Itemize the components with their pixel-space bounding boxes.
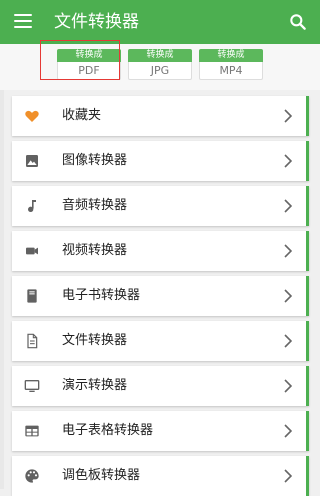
document-icon — [27, 333, 38, 349]
table-icon — [25, 425, 39, 437]
list-item-label: 演示转换器 — [62, 378, 128, 393]
list-item-label: 图像转换器 — [62, 153, 128, 168]
list-item-spreadsheet-converter[interactable]: 电子表格转换器 — [12, 411, 309, 451]
convert-to-mp4-button[interactable]: 转换成 MP4 — [199, 49, 263, 81]
list-item-image-converter[interactable]: 图像转换器 — [12, 141, 309, 181]
image-icon — [26, 155, 38, 167]
list-item-label: 收藏夹 — [62, 108, 102, 123]
chevron-right-icon — [284, 334, 292, 348]
chevron-right-icon — [284, 109, 292, 123]
list-item-ebook-converter[interactable]: 电子书转换器 — [12, 276, 309, 316]
chevron-right-icon — [284, 424, 292, 438]
music-note-icon — [28, 200, 36, 212]
list-item-document-converter[interactable]: 文件转换器 — [12, 321, 309, 361]
chevron-right-icon — [284, 469, 292, 483]
list-item-label: 文件转换器 — [62, 333, 128, 348]
highlight-box — [40, 40, 120, 80]
list-item-label: 视频转换器 — [62, 243, 128, 258]
chevron-right-icon — [284, 289, 292, 303]
chevron-right-icon — [284, 199, 292, 213]
list-item-audio-converter[interactable]: 音频转换器 — [12, 186, 309, 226]
list-item-presentation-converter[interactable]: 演示转换器 — [12, 366, 309, 406]
monitor-icon — [24, 380, 40, 392]
list-item-label: 电子表格转换器 — [62, 423, 154, 438]
menu-icon[interactable] — [14, 14, 32, 28]
list-item-label: 音频转换器 — [62, 198, 128, 213]
video-camera-icon — [26, 247, 38, 255]
palette-icon — [25, 469, 39, 483]
convert-to-jpg-button[interactable]: 转换成 JPG — [128, 49, 192, 81]
left-edge — [0, 90, 4, 489]
format-label: JPG — [128, 62, 192, 80]
chevron-right-icon — [284, 154, 292, 168]
book-icon — [27, 289, 37, 303]
list-item-label: 调色板转换器 — [62, 468, 141, 483]
app-bar: 文件转换器 — [0, 0, 320, 44]
format-label: MP4 — [199, 62, 263, 80]
convert-to-label: 转换成 — [199, 49, 263, 62]
chevron-right-icon — [284, 244, 292, 258]
list-item-palette-converter[interactable]: 调色板转换器 — [12, 456, 309, 496]
app-title: 文件转换器 — [54, 12, 139, 32]
list-item-label: 电子书转换器 — [62, 288, 141, 303]
list-item-favorites[interactable]: 收藏夹 — [12, 96, 309, 136]
chevron-right-icon — [284, 379, 292, 393]
heart-icon — [25, 110, 39, 122]
list-item-video-converter[interactable]: 视频转换器 — [12, 231, 309, 271]
convert-to-label: 转换成 — [128, 49, 192, 62]
search-icon[interactable] — [288, 12, 308, 32]
